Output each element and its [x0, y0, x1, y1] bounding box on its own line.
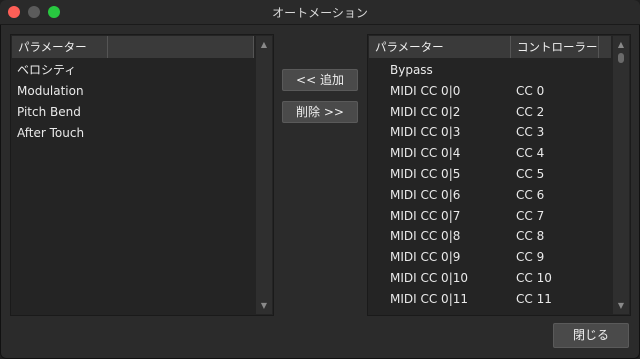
controller-cell: CC 8 [516, 229, 545, 244]
title-bar: オートメーション [0, 0, 640, 25]
list-item[interactable]: Pitch Bend [17, 102, 255, 123]
parameter-cell: MIDI CC 0|3 [390, 125, 461, 140]
assigned-parameters-list[interactable]: パラメーター コントローラー ▲ ▼ Bypass MIDI CC 0|0 CC 0… [367, 34, 631, 316]
remove-button[interactable]: 削除 >> [282, 101, 358, 123]
controller-cell: CC 5 [516, 166, 545, 181]
parameter-cell: MIDI CC 0|7 [390, 208, 461, 223]
left-list-header: パラメーター [12, 36, 254, 58]
available-parameters-list[interactable]: パラメーター ▲ ▼ ベロシティ Modulation Pitch Bend Afte… [10, 34, 274, 316]
scroll-thumb[interactable] [618, 53, 624, 63]
parameter-cell: MIDI CC 0|5 [390, 166, 461, 181]
right-header-parameter[interactable]: パラメーター [369, 36, 511, 58]
controller-cell: CC 11 [516, 291, 552, 306]
scroll-down-arrow-icon[interactable]: ▼ [256, 301, 272, 310]
left-list-body: ベロシティ Modulation Pitch Bend After Touch [17, 60, 255, 315]
parameter-cell: MIDI CC 0|9 [390, 250, 461, 265]
scroll-down-arrow-icon[interactable]: ▼ [613, 301, 629, 310]
right-header-controller[interactable]: コントローラー [511, 36, 599, 58]
table-row[interactable]: MIDI CC 0|11 CC 11 [370, 289, 612, 310]
left-header-empty [108, 36, 254, 58]
list-item[interactable]: Modulation [17, 81, 255, 102]
table-row[interactable]: Bypass [370, 60, 612, 81]
parameter-cell: MIDI CC 0|2 [390, 104, 461, 119]
controller-cell: CC 9 [516, 250, 545, 265]
add-button[interactable]: << 追加 [282, 69, 358, 91]
right-list-body: Bypass MIDI CC 0|0 CC 0 MIDI CC 0|2 CC 2 MIDI… [370, 60, 612, 315]
parameter-cell: MIDI CC 0|10 [390, 270, 469, 285]
right-list-header: パラメーター コントローラー [369, 36, 611, 58]
close-button[interactable]: 閉じる [553, 323, 629, 348]
parameter-cell: MIDI CC 0|11 [390, 291, 469, 306]
parameter-cell: MIDI CC 0|4 [390, 146, 461, 161]
table-row[interactable]: MIDI CC 0|4 CC 4 [370, 143, 612, 164]
table-row[interactable]: MIDI CC 0|8 CC 8 [370, 226, 612, 247]
controller-cell: CC 7 [516, 208, 545, 223]
table-row[interactable]: MIDI CC 0|6 CC 6 [370, 185, 612, 206]
table-row[interactable]: MIDI CC 0|10 CC 10 [370, 268, 612, 289]
right-scrollbar[interactable]: ▲ ▼ [613, 36, 629, 314]
table-row[interactable]: MIDI CC 0|5 CC 5 [370, 164, 612, 185]
controller-cell: CC 0 [516, 83, 545, 98]
controller-cell: CC 4 [516, 146, 545, 161]
table-row[interactable]: MIDI CC 0|0 CC 0 [370, 81, 612, 102]
automation-window: オートメーション パラメーター ▲ ▼ ベロシティ Modulation Pitch… [0, 0, 640, 359]
scroll-up-arrow-icon[interactable]: ▲ [256, 40, 272, 49]
window-title: オートメーション [272, 6, 368, 20]
controller-cell: CC 3 [516, 125, 545, 140]
list-item[interactable]: ベロシティ [17, 60, 255, 81]
controller-cell: CC 10 [516, 270, 552, 285]
table-row[interactable]: MIDI CC 0|9 CC 9 [370, 247, 612, 268]
controller-cell: CC 2 [516, 104, 545, 119]
table-row[interactable]: MIDI CC 0|7 CC 7 [370, 206, 612, 227]
parameter-cell: MIDI CC 0|8 [390, 229, 461, 244]
parameter-cell: MIDI CC 0|0 [390, 83, 461, 98]
table-row[interactable]: MIDI CC 0|3 CC 3 [370, 122, 612, 143]
scroll-up-arrow-icon[interactable]: ▲ [613, 40, 629, 49]
left-header-parameter[interactable]: パラメーター [12, 36, 108, 58]
controller-cell: CC 6 [516, 187, 545, 202]
left-scrollbar[interactable]: ▲ ▼ [256, 36, 272, 314]
parameter-cell: MIDI CC 0|6 [390, 187, 461, 202]
parameter-cell: Bypass [390, 63, 433, 77]
list-item[interactable]: After Touch [17, 123, 255, 144]
table-row[interactable]: MIDI CC 0|2 CC 2 [370, 102, 612, 123]
